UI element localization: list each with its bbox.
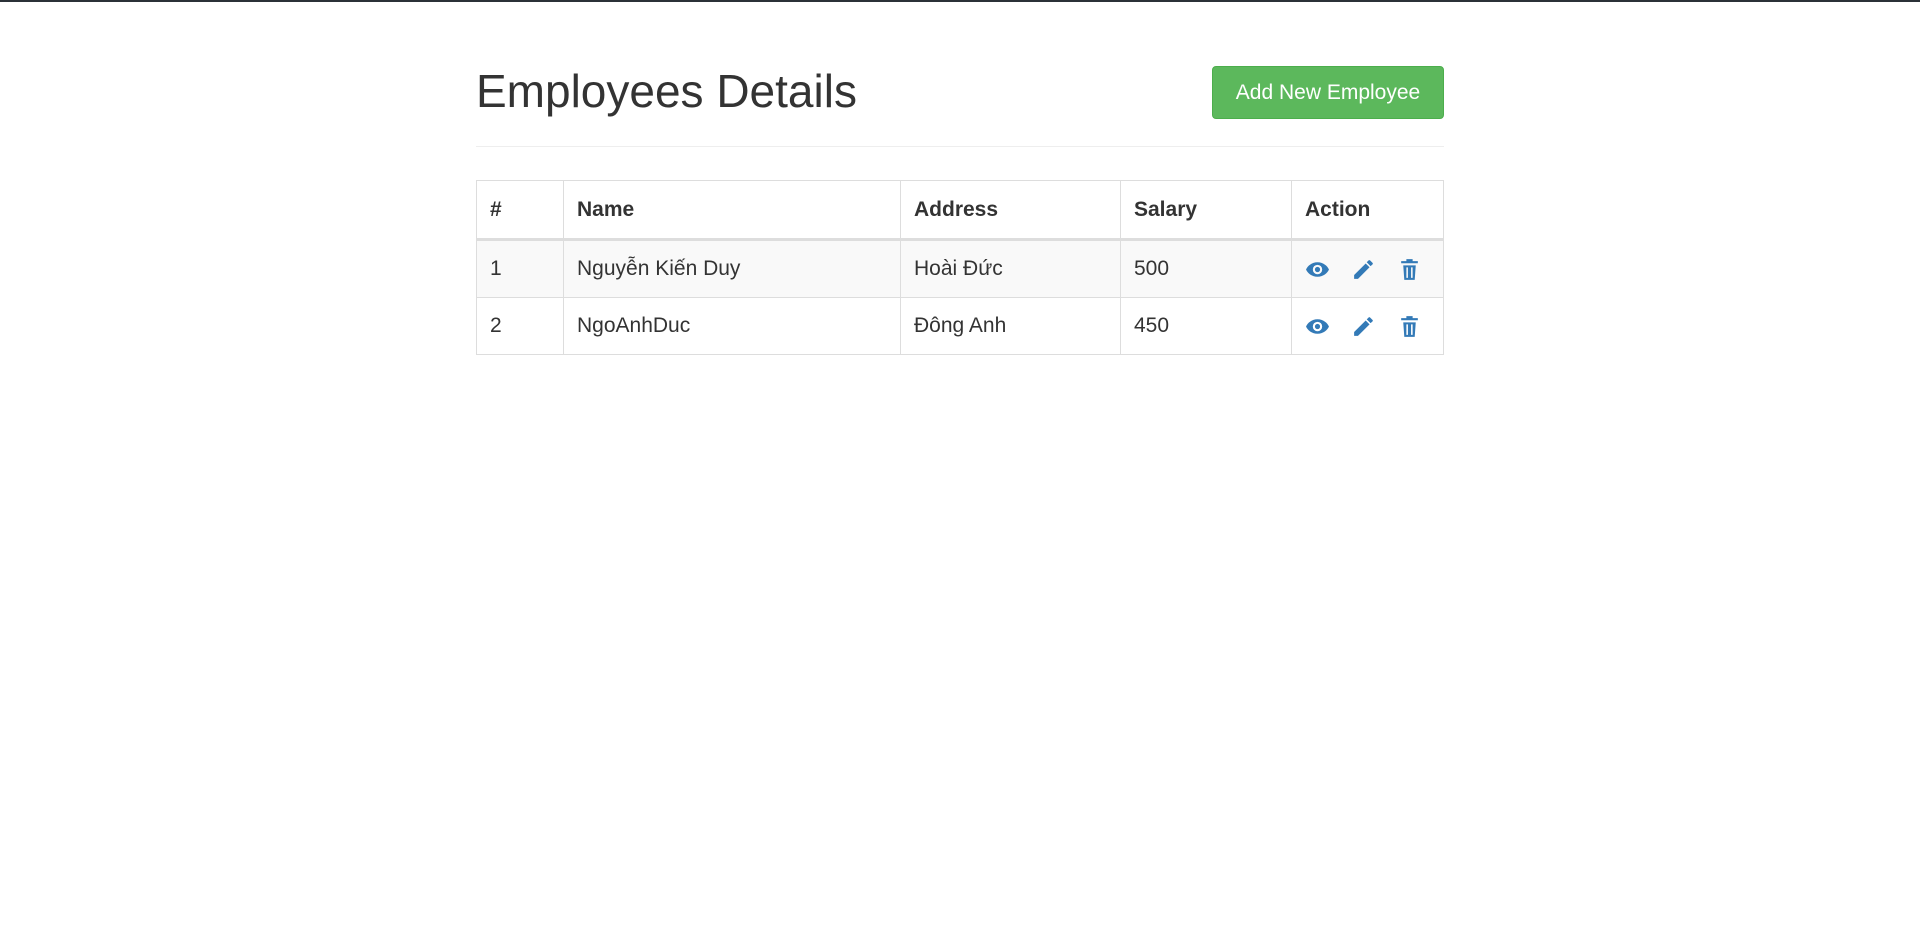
- column-header-action: Action: [1291, 180, 1444, 241]
- page-title: Employees Details: [476, 65, 857, 117]
- add-new-employee-button[interactable]: Add New Employee: [1212, 66, 1444, 119]
- cell-address: Đông Anh: [900, 297, 1121, 355]
- cell-salary: 500: [1120, 239, 1292, 298]
- column-header-number: #: [476, 180, 564, 241]
- cell-address: Hoài Đức: [900, 239, 1121, 298]
- column-header-address: Address: [900, 180, 1121, 241]
- cell-actions: [1291, 239, 1444, 298]
- employees-table: # Name Address Salary Action 1 Nguyễn Ki…: [476, 180, 1444, 355]
- trash-icon[interactable]: [1397, 257, 1422, 282]
- table-row: 2 NgoAnhDuc Đông Anh 450: [476, 297, 1444, 355]
- column-header-name: Name: [563, 180, 901, 241]
- pencil-icon[interactable]: [1351, 314, 1376, 339]
- table-header-row: # Name Address Salary Action: [476, 180, 1444, 241]
- cell-name: NgoAnhDuc: [563, 297, 901, 355]
- pencil-icon[interactable]: [1351, 257, 1376, 282]
- column-header-salary: Salary: [1120, 180, 1292, 241]
- cell-name: Nguyễn Kiến Duy: [563, 239, 901, 298]
- table-row: 1 Nguyễn Kiến Duy Hoài Đức 500: [476, 239, 1444, 298]
- cell-actions: [1291, 297, 1444, 355]
- main-container: Employees Details Add New Employee # Nam…: [476, 0, 1444, 355]
- cell-salary: 450: [1120, 297, 1292, 355]
- eye-icon[interactable]: [1305, 314, 1330, 339]
- cell-number: 1: [476, 239, 564, 298]
- cell-number: 2: [476, 297, 564, 355]
- trash-icon[interactable]: [1397, 314, 1422, 339]
- page-header: Employees Details Add New Employee: [476, 0, 1444, 147]
- eye-icon[interactable]: [1305, 257, 1330, 282]
